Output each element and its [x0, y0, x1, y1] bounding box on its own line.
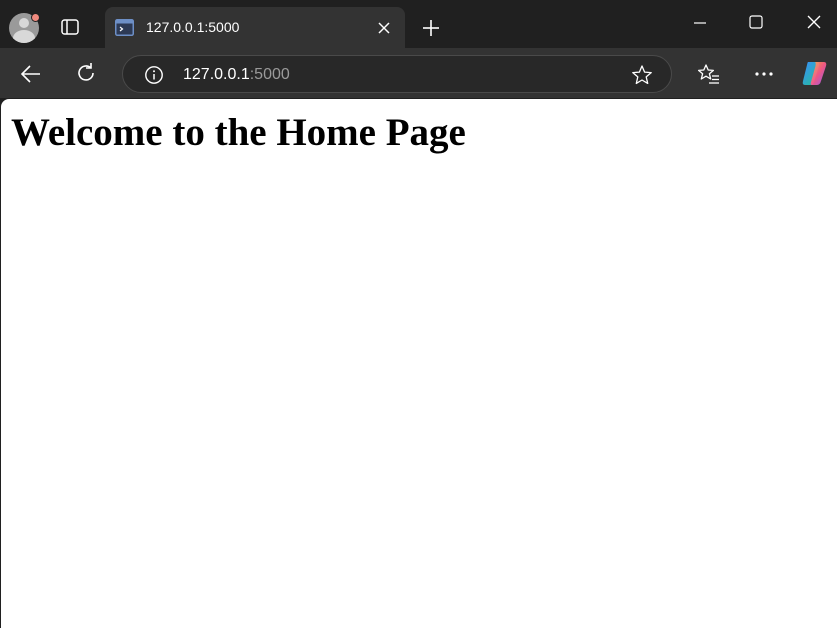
url-text[interactable]: 127.0.0.1:5000 — [183, 65, 290, 84]
copilot-icon — [802, 62, 827, 85]
more-dots-icon — [755, 72, 773, 76]
workspaces-icon[interactable] — [60, 17, 80, 37]
terminal-favicon-icon — [115, 19, 134, 36]
tab-active[interactable]: 127.0.0.1:5000 — [105, 7, 405, 48]
page-viewport: Welcome to the Home Page — [1, 99, 837, 628]
window-close-button[interactable] — [804, 12, 824, 32]
minimize-icon — [694, 22, 706, 24]
reload-button[interactable] — [74, 61, 98, 85]
tab-title: 127.0.0.1:5000 — [146, 19, 240, 35]
reload-icon — [78, 63, 94, 81]
url-host: 127.0.0.1 — [183, 66, 250, 83]
close-icon[interactable] — [375, 19, 393, 37]
navigation-toolbar: 127.0.0.1:5000 — [0, 48, 837, 98]
notification-dot — [31, 13, 40, 22]
minimize-button[interactable] — [690, 12, 710, 32]
address-bar[interactable]: 127.0.0.1:5000 — [122, 55, 672, 93]
back-button[interactable] — [19, 62, 43, 86]
more-button[interactable] — [752, 62, 776, 86]
favorites-button[interactable] — [697, 62, 721, 86]
info-icon[interactable] — [144, 65, 164, 85]
copilot-button[interactable] — [800, 58, 830, 88]
url-port: :5000 — [249, 66, 290, 83]
new-tab-button[interactable] — [420, 17, 442, 39]
close-icon — [807, 15, 821, 29]
page-heading: Welcome to the Home Page — [11, 111, 466, 154]
maximize-icon — [749, 15, 763, 29]
tab-strip: 127.0.0.1:5000 — [0, 0, 837, 48]
favorites-list-icon — [697, 64, 719, 84]
maximize-button[interactable] — [746, 12, 766, 32]
back-arrow-icon — [20, 65, 40, 83]
star-icon[interactable] — [631, 64, 653, 86]
plus-icon — [423, 20, 439, 36]
